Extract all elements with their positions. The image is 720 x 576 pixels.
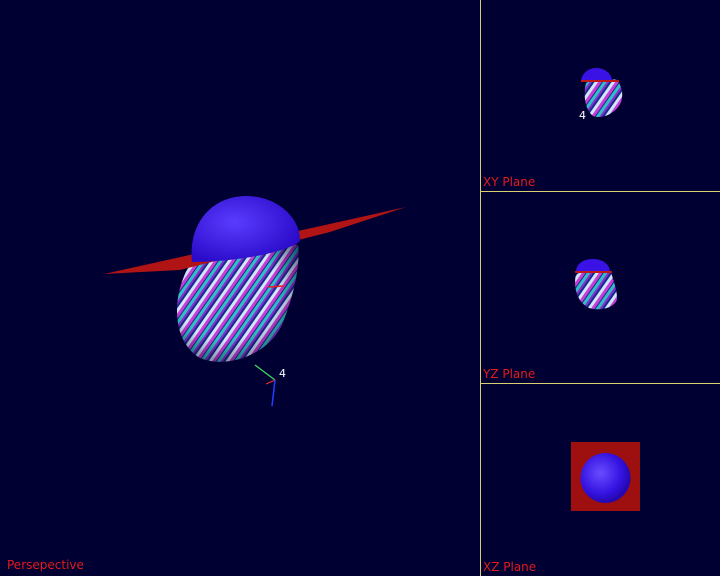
xy-canvas: 4 — [579, 68, 623, 122]
axis-label: 4 — [279, 367, 286, 380]
perspective-canvas: 4 — [104, 196, 406, 407]
xz-canvas — [571, 442, 640, 511]
viewport-label-yz: YZ Plane — [483, 367, 536, 381]
hat-dome — [580, 453, 631, 503]
striped-head — [575, 270, 617, 310]
xz-plane-viewport[interactable]: XZ Plane — [481, 384, 720, 576]
axis-gizmo: 4 — [254, 364, 286, 407]
xy-plane-viewport[interactable]: 4 XY Plane — [481, 0, 720, 191]
hat-dome — [576, 259, 610, 272]
striped-head — [584, 79, 623, 118]
viewport-label-xz: XZ Plane — [483, 560, 537, 574]
yz-canvas — [575, 259, 617, 310]
perspective-viewport[interactable]: 4 Persepective — [0, 0, 480, 576]
yz-plane-viewport[interactable]: YZ Plane — [481, 192, 720, 383]
hat-dome — [581, 68, 612, 82]
axis-label: 4 — [579, 109, 586, 122]
viewport-label-xy: XY Plane — [483, 175, 536, 189]
viewport-label-perspective: Persepective — [7, 558, 84, 572]
